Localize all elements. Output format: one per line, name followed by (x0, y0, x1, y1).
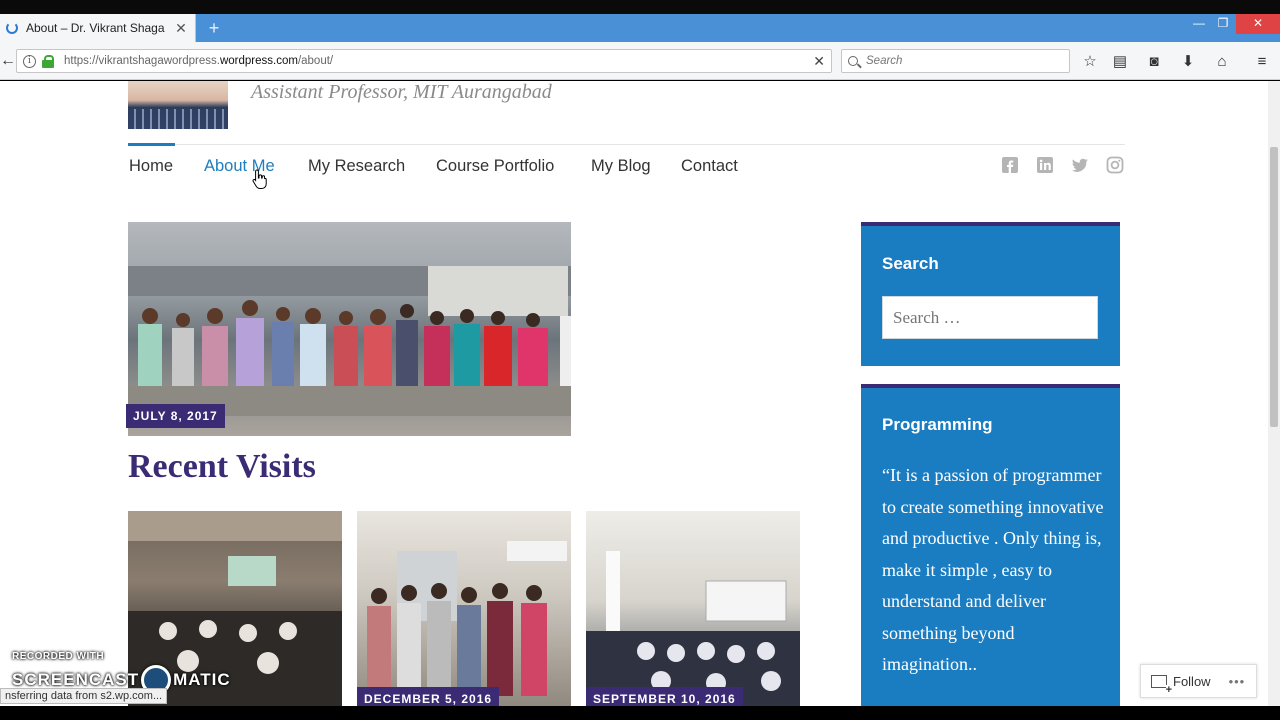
browser-tab-about[interactable]: About – Dr. Vikrant Shaga ✕ (0, 14, 196, 42)
bookmarks-list-icon[interactable]: ▤ (1110, 52, 1130, 72)
info-icon[interactable]: i (23, 54, 36, 68)
url-text[interactable]: https://vikrantshagawordpress.wordpress.… (64, 55, 813, 67)
search-widget: Search (861, 222, 1120, 366)
web-page: Assistant Professor, MIT Aurangabad Home… (0, 81, 1268, 706)
instagram-icon[interactable] (1106, 156, 1124, 174)
recent-visit-thumb-3[interactable]: SEPTEMBER 10, 2016 (586, 511, 800, 706)
thumb-date-badge[interactable]: SEPTEMBER 10, 2016 (586, 687, 743, 706)
search-widget-title: Search (882, 254, 939, 273)
site-tagline: Assistant Professor, MIT Aurangabad (251, 81, 552, 103)
browser-status-text: nsferring data from s2.wp.com... (0, 688, 168, 704)
loading-spinner-icon (6, 22, 18, 34)
nav-item-my-research[interactable]: My Research (308, 157, 405, 176)
hand-cursor-icon (252, 169, 267, 189)
search-icon (848, 56, 858, 66)
browser-navbar: ← i https://vikrantshagawordpress.wordpr… (0, 42, 1280, 80)
download-icon[interactable]: ⬇ (1178, 52, 1198, 72)
follow-label: Follow (1173, 673, 1211, 689)
bookmark-star-icon[interactable]: ☆ (1080, 52, 1100, 72)
programming-quote: “It is a passion of programmer to create… (882, 465, 1104, 674)
nav-item-course-portfolio[interactable]: Course Portfolio (436, 157, 554, 176)
screen-bottom-border (0, 706, 1280, 720)
avatar[interactable] (128, 81, 228, 129)
programming-widget-title: Programming (882, 415, 993, 434)
new-tab-button[interactable]: + (204, 17, 224, 39)
section-title-recent-visits: Recent Visits (128, 448, 316, 485)
more-options-icon[interactable]: ••• (1229, 674, 1246, 689)
lock-icon[interactable] (42, 55, 54, 68)
linkedin-icon[interactable] (1036, 156, 1054, 174)
tab-close-icon[interactable]: ✕ (173, 20, 189, 37)
featured-date-badge[interactable]: JULY 8, 2017 (126, 404, 225, 428)
nav-item-contact[interactable]: Contact (681, 157, 738, 176)
main-nav-divider (128, 144, 1125, 145)
pocket-icon[interactable]: ◙ (1144, 52, 1164, 72)
back-arrow-icon[interactable]: ← (0, 50, 16, 72)
thumb-date-badge[interactable]: DECEMBER 5, 2016 (357, 687, 500, 706)
seminar-hall-photo-illustration (586, 551, 800, 706)
recent-visit-thumb-2[interactable]: DECEMBER 5, 2016 (357, 511, 571, 706)
window-close-button[interactable]: ✕ (1236, 14, 1280, 34)
browser-search-input[interactable] (866, 55, 1056, 67)
address-bar[interactable]: i https://vikrantshagawordpress.wordpres… (16, 49, 832, 73)
programming-widget: Programming “It is a passion of programm… (861, 384, 1120, 706)
nav-item-my-blog[interactable]: My Blog (591, 157, 651, 176)
nav-item-home[interactable]: Home (129, 157, 173, 176)
twitter-icon[interactable] (1071, 156, 1089, 174)
browser-search-bar[interactable] (841, 49, 1070, 73)
sidebar-search-input[interactable] (882, 296, 1098, 339)
stop-loading-icon[interactable]: ✕ (813, 53, 825, 70)
group-photo-illustration (128, 266, 571, 416)
restore-button[interactable]: ❐ (1208, 14, 1238, 34)
home-icon[interactable]: ⌂ (1212, 52, 1232, 72)
menu-hamburger-icon[interactable]: ≡ (1252, 52, 1272, 72)
scrollbar-thumb[interactable] (1270, 147, 1278, 427)
facebook-icon[interactable] (1001, 156, 1019, 174)
group-visit-photo-illustration (367, 541, 567, 696)
nav-active-indicator (128, 143, 175, 146)
page-scrollbar[interactable] (1268, 81, 1280, 706)
watermark-line1: RECORDED WITH (12, 651, 105, 662)
tab-title: About – Dr. Vikrant Shaga (26, 21, 165, 35)
screen-top-border (0, 0, 1280, 14)
follow-reader-icon (1151, 674, 1172, 695)
follow-button[interactable]: Follow ••• (1140, 664, 1257, 698)
